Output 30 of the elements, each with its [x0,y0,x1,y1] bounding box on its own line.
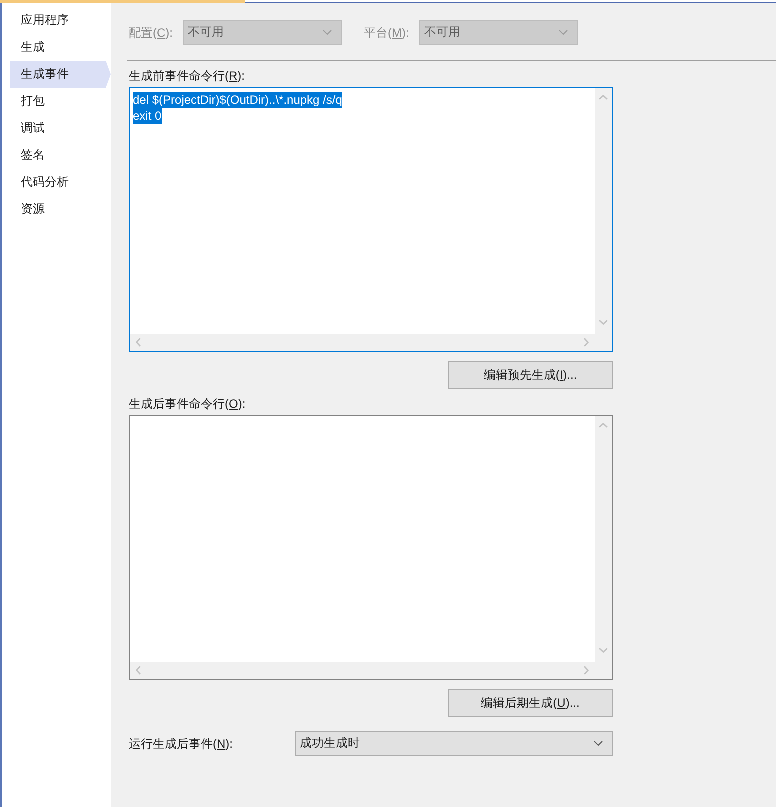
field-label: 平台(M): [364,24,410,40]
chevron-right-icon[interactable] [584,338,589,347]
edit-button[interactable]: 编辑后期生成(U)... [448,689,613,717]
chevron-left-icon[interactable] [136,666,141,675]
sidebar-item[interactable]: 调试 [10,115,111,142]
edit-button[interactable]: 编辑预先生成(I)... [448,361,613,389]
chevron-up-icon[interactable] [599,95,608,100]
dropdown[interactable]: 成功生成时 [295,731,613,756]
chevron-down-icon[interactable] [599,320,608,325]
sidebar-item[interactable]: 签名 [10,142,111,169]
chevron-up-icon[interactable] [599,423,608,428]
field-label: 生成前事件命令行(R): [129,68,246,84]
command-text: del $(ProjectDir)$(OutDir)..\*.nupkg /s/q exit 0 [133,92,342,124]
sidebar-item[interactable]: 打包 [10,88,111,115]
field-label: 运行生成后事件(N): [129,736,234,752]
chevron-down-icon [323,30,332,35]
command-line-field[interactable] [129,415,613,680]
field-label: 配置(C): [129,24,174,40]
sidebar-item[interactable]: 生成事件 [10,61,111,88]
command-line-field[interactable]: del $(ProjectDir)$(OutDir)..\*.nupkg /s/q exit 0 [129,87,613,352]
sidebar-item[interactable]: 代码分析 [10,169,111,196]
field-label: 生成后事件命令行(O): [129,396,246,412]
chevron-left-icon[interactable] [136,338,141,347]
chevron-down-icon [559,30,568,35]
sidebar-item[interactable]: 资源 [10,196,111,223]
chevron-down-icon[interactable] [599,648,608,653]
sidebar-item[interactable]: 生成 [10,34,111,61]
chevron-down-icon [594,741,603,746]
sidebar-item[interactable]: 应用程序 [10,7,111,34]
chevron-right-icon[interactable] [584,666,589,675]
